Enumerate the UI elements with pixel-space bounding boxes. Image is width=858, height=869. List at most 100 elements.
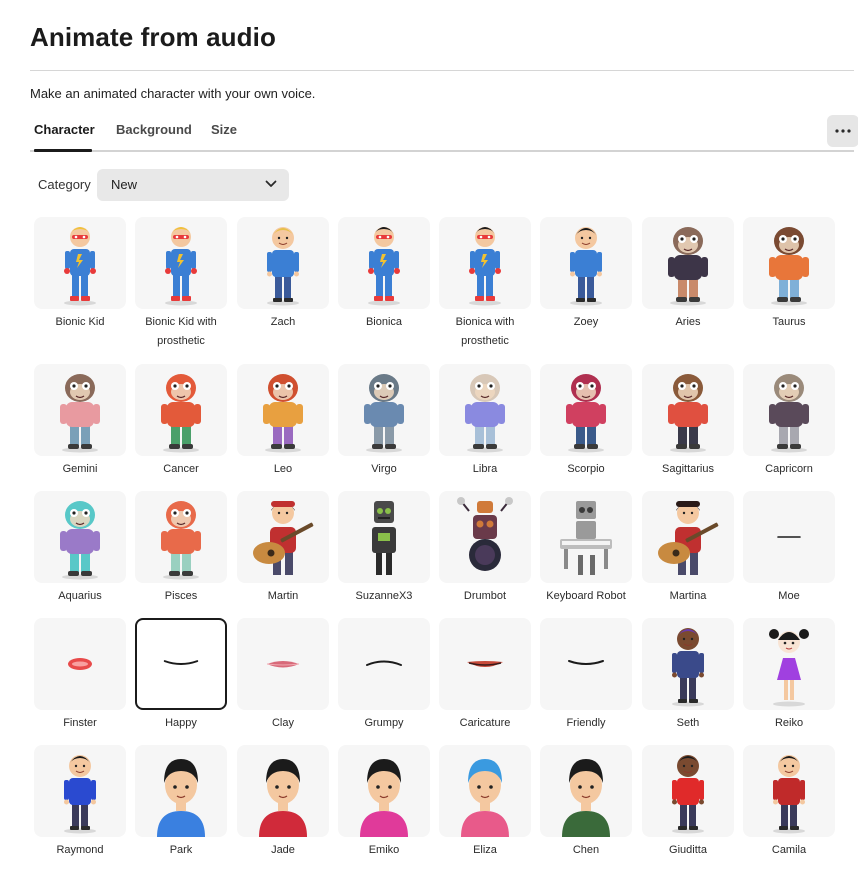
character-illustration: [263, 374, 303, 453]
character-name: Caricature: [459, 717, 511, 729]
character-card-libra[interactable]: Libra: [439, 364, 533, 479]
tab-size[interactable]: Size: [211, 122, 237, 137]
character-thumbnail: [135, 618, 227, 710]
character-thumbnail: [439, 745, 531, 837]
character-card-bionica[interactable]: Bionica: [338, 217, 432, 332]
character-card-pisces[interactable]: Pisces: [135, 491, 229, 606]
character-thumbnail: [743, 217, 835, 309]
tab-background[interactable]: Background: [116, 122, 192, 137]
character-name: Taurus: [772, 316, 806, 328]
character-card-bionica-with-prosthetic[interactable]: Bionica with prosthetic: [439, 217, 533, 351]
character-name: Keyboard Robot: [546, 590, 626, 602]
character-card-finster[interactable]: Finster: [34, 618, 128, 733]
character-thumbnail: [135, 745, 227, 837]
character-card-giuditta[interactable]: Giuditta: [642, 745, 736, 860]
character-name: Eliza: [473, 844, 497, 856]
character-card-keyboard-robot[interactable]: Keyboard Robot: [540, 491, 634, 606]
character-card-happy[interactable]: Happy: [135, 618, 229, 733]
tab-selected-indicator: [34, 149, 92, 152]
character-thumbnail: [338, 364, 430, 456]
character-card-seth[interactable]: Seth: [642, 618, 736, 733]
character-illustration: [64, 227, 96, 306]
character-thumbnail: [642, 491, 734, 583]
character-name: Libra: [472, 463, 498, 475]
character-name: Aries: [675, 316, 701, 328]
character-thumbnail: [743, 364, 835, 456]
category-dropdown[interactable]: New: [97, 169, 289, 201]
character-card-friendly[interactable]: Friendly: [540, 618, 634, 733]
character-card-martina[interactable]: Martina: [642, 491, 736, 606]
character-card-capricorn[interactable]: Capricorn: [743, 364, 837, 479]
character-card-aries[interactable]: Aries: [642, 217, 736, 332]
character-illustration: [570, 227, 602, 306]
character-card-bionic-kid-with-prosthetic[interactable]: Bionic Kid with prosthetic: [135, 217, 229, 351]
character-card-moe[interactable]: Moe: [743, 491, 837, 606]
character-illustration: [372, 501, 396, 575]
character-card-drumbot[interactable]: Drumbot: [439, 491, 533, 606]
character-card-scorpio[interactable]: Scorpio: [540, 364, 634, 479]
character-card-gemini[interactable]: Gemini: [34, 364, 128, 479]
character-card-eliza[interactable]: Eliza: [439, 745, 533, 860]
character-thumbnail: [540, 491, 632, 583]
character-illustration: [157, 759, 205, 837]
character-thumbnail: [439, 364, 531, 456]
character-card-sagittarius[interactable]: Sagittarius: [642, 364, 736, 479]
character-card-grumpy[interactable]: Grumpy: [338, 618, 432, 733]
ellipsis-icon: [835, 129, 851, 133]
character-name: Gemini: [62, 463, 98, 475]
character-illustration: [668, 227, 708, 306]
character-card-park[interactable]: Park: [135, 745, 229, 860]
character-card-reiko[interactable]: Reiko: [743, 618, 837, 733]
character-name: Reiko: [774, 717, 804, 729]
character-thumbnail: [439, 491, 531, 583]
character-card-suzannex3[interactable]: SuzanneX3: [338, 491, 432, 606]
character-illustration: [266, 661, 300, 668]
character-card-zoey[interactable]: Zoey: [540, 217, 634, 332]
character-illustration: [769, 374, 809, 453]
character-thumbnail: [135, 217, 227, 309]
character-thumbnail: [743, 491, 835, 583]
character-name: Moe: [778, 590, 800, 602]
character-illustration: [366, 660, 402, 666]
character-card-clay[interactable]: Clay: [237, 618, 331, 733]
character-card-aquarius[interactable]: Aquarius: [34, 491, 128, 606]
character-name: Raymond: [56, 844, 104, 856]
character-name: Martina: [669, 590, 707, 602]
tab-character[interactable]: Character: [34, 122, 95, 137]
character-thumbnail: [439, 217, 531, 309]
character-name: Bionica: [365, 316, 403, 328]
character-thumbnail: [540, 618, 632, 710]
character-card-bionic-kid[interactable]: Bionic Kid: [34, 217, 128, 332]
character-card-taurus[interactable]: Taurus: [743, 217, 837, 332]
character-thumbnail: [540, 745, 632, 837]
character-card-jade[interactable]: Jade: [237, 745, 331, 860]
character-illustration: [672, 755, 704, 834]
character-card-virgo[interactable]: Virgo: [338, 364, 432, 479]
character-illustration: [465, 374, 505, 453]
character-name: Zach: [270, 316, 296, 328]
character-card-cancer[interactable]: Cancer: [135, 364, 229, 479]
character-thumbnail: [135, 491, 227, 583]
character-card-emiko[interactable]: Emiko: [338, 745, 432, 860]
character-illustration: [161, 501, 201, 580]
character-thumbnail: [237, 745, 329, 837]
character-card-raymond[interactable]: Raymond: [34, 745, 128, 860]
character-name: Bionic Kid with prosthetic: [145, 316, 217, 347]
character-name: Finster: [63, 717, 97, 729]
character-illustration: [777, 536, 801, 538]
character-illustration: [457, 497, 513, 571]
character-card-leo[interactable]: Leo: [237, 364, 331, 479]
more-options-button[interactable]: [827, 115, 858, 147]
character-illustration: [368, 227, 400, 306]
character-card-camila[interactable]: Camila: [743, 745, 837, 860]
character-thumbnail: [34, 364, 126, 456]
character-illustration: [562, 759, 610, 837]
character-illustration: [467, 661, 503, 667]
character-card-chen[interactable]: Chen: [540, 745, 634, 860]
character-card-martin[interactable]: Martin: [237, 491, 331, 606]
character-card-zach[interactable]: Zach: [237, 217, 331, 332]
character-card-caricature[interactable]: Caricature: [439, 618, 533, 733]
character-illustration: [68, 658, 92, 670]
character-name: Zoey: [573, 316, 599, 328]
character-name: Jade: [271, 844, 295, 856]
